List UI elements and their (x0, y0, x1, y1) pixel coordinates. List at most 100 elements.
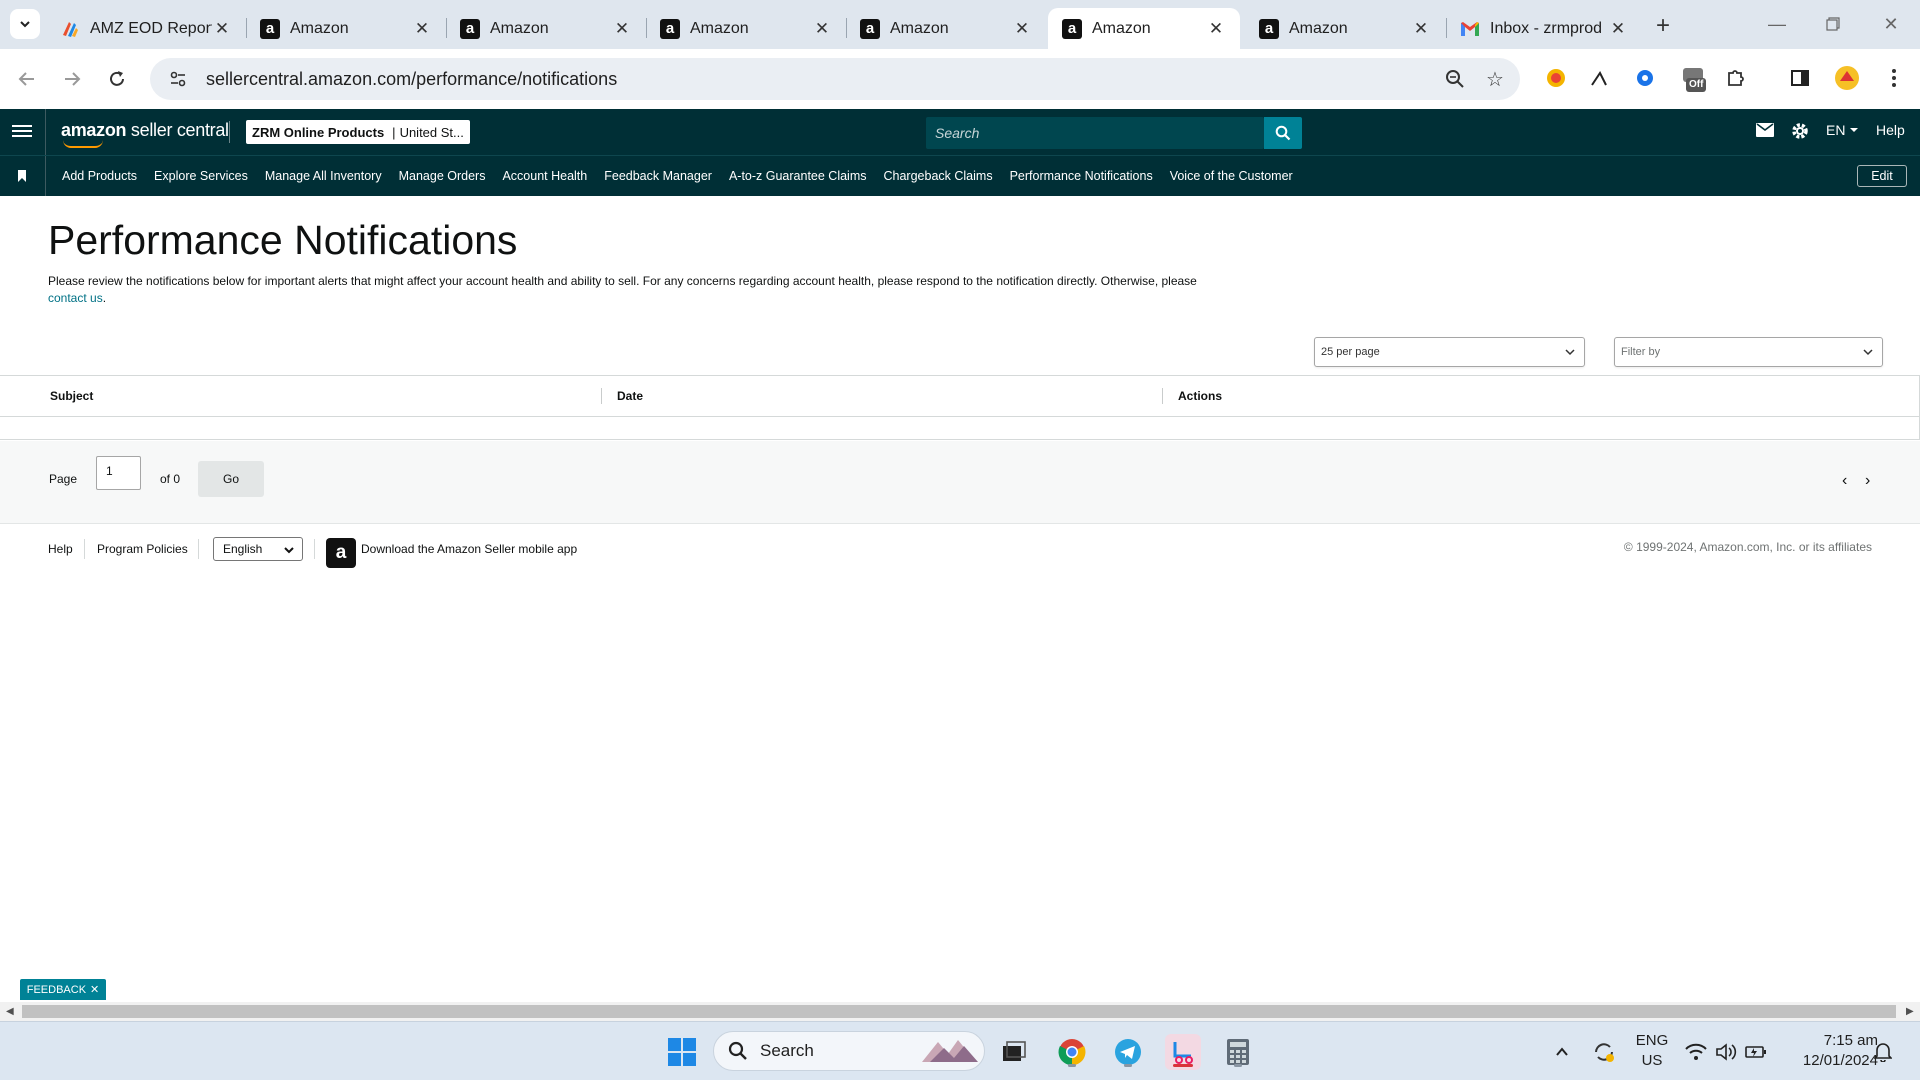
bookmark-icon[interactable] (17, 170, 27, 182)
browser-tab[interactable]: a Amazon ✕ (246, 8, 446, 49)
telegram-taskbar-icon[interactable] (1110, 1034, 1146, 1070)
scroll-left-icon[interactable]: ◀ (6, 1006, 14, 1017)
tab-title: Inbox - zrmprod (1490, 19, 1603, 37)
download-app-link[interactable]: Download the Amazon Seller mobile app (361, 542, 577, 556)
close-icon[interactable]: ✕ (612, 19, 632, 39)
chevron-down-icon (284, 547, 294, 554)
new-tab-plus-icon[interactable]: + (1649, 12, 1677, 40)
browser-tab[interactable]: AMZ EOD Report ✕ (46, 8, 246, 49)
page-number-input[interactable]: 1 (96, 456, 141, 490)
volume-icon[interactable] (1710, 1034, 1742, 1070)
language-selector[interactable]: EN (1826, 122, 1859, 138)
mail-icon[interactable] (1756, 123, 1774, 137)
snipping-tool-taskbar-icon[interactable] (1165, 1034, 1201, 1070)
close-icon[interactable]: ✕ (412, 19, 432, 39)
go-button[interactable]: Go (198, 461, 264, 497)
battery-icon[interactable] (1740, 1034, 1772, 1070)
program-policies-link[interactable]: Program Policies (97, 542, 188, 556)
footer-language-select[interactable]: English (213, 537, 303, 561)
nav-add-products[interactable]: Add Products (62, 169, 137, 183)
nav-feedback-manager[interactable]: Feedback Manager (604, 169, 712, 183)
extension-circle-icon[interactable] (1542, 64, 1570, 92)
input-language-indicator[interactable]: ENG US (1632, 1031, 1672, 1071)
search-input[interactable]: Search (926, 117, 1264, 149)
reload-icon[interactable] (102, 64, 132, 94)
nav-a-to-z-claims[interactable]: A-to-z Guarantee Claims (729, 169, 867, 183)
windows-start-icon[interactable] (664, 1034, 700, 1070)
profile-avatar-icon[interactable] (1833, 64, 1861, 92)
extension-off-icon[interactable]: Off (1680, 66, 1708, 94)
nav-manage-orders[interactable]: Manage Orders (399, 169, 486, 183)
tab-search-button[interactable] (10, 9, 40, 39)
scroll-right-icon[interactable]: ▶ (1906, 1006, 1914, 1017)
nav-chargeback-claims[interactable]: Chargeback Claims (884, 169, 993, 183)
sync-icon[interactable] (1586, 1034, 1622, 1070)
browser-tab-active[interactable]: a Amazon ✕ (1048, 8, 1240, 49)
previous-page-icon[interactable]: ‹ (1842, 472, 1847, 490)
seller-central-nav: Add Products Explore Services Manage All… (0, 155, 1920, 196)
notification-bell-icon[interactable] (1868, 1034, 1898, 1070)
close-icon[interactable]: ✕ (1206, 19, 1226, 39)
close-icon[interactable]: ✕ (1012, 19, 1032, 39)
wifi-icon[interactable] (1680, 1034, 1712, 1070)
footer-help-link[interactable]: Help (48, 542, 73, 556)
nav-manage-all-inventory[interactable]: Manage All Inventory (265, 169, 382, 183)
browser-tab[interactable]: a Amazon ✕ (446, 8, 646, 49)
back-arrow-icon[interactable] (12, 64, 42, 94)
bookmark-star-icon[interactable]: ☆ (1480, 64, 1510, 94)
close-icon[interactable]: ✕ (212, 19, 232, 39)
close-icon[interactable]: ✕ (812, 19, 832, 39)
side-panel-icon[interactable] (1786, 64, 1814, 92)
contact-us-link[interactable]: contact us (48, 291, 103, 305)
browser-menu-icon[interactable] (1880, 64, 1908, 92)
nav-voice-of-customer[interactable]: Voice of the Customer (1170, 169, 1293, 183)
hamburger-menu-icon[interactable] (12, 122, 32, 142)
page-description: Please review the notifications below fo… (48, 274, 1197, 305)
feedback-label: FEEDBACK (26, 983, 87, 996)
column-subject[interactable]: Subject (50, 389, 93, 403)
filter-by-select[interactable]: Filter by (1614, 337, 1883, 367)
nav-account-health[interactable]: Account Health (502, 169, 587, 183)
nav-explore-services[interactable]: Explore Services (154, 169, 248, 183)
feedback-button[interactable]: FEEDBACK ✕ (20, 979, 106, 1000)
horizontal-scrollbar[interactable]: ◀ ▶ (0, 1002, 1920, 1021)
per-page-select[interactable]: 25 per page (1314, 337, 1585, 367)
amazon-seller-app-icon[interactable]: a (326, 538, 356, 568)
nav-performance-notifications[interactable]: Performance Notifications (1010, 169, 1153, 183)
forward-arrow-icon[interactable] (57, 64, 87, 94)
task-view-icon[interactable] (996, 1034, 1032, 1070)
browser-tab[interactable]: a Amazon ✕ (1245, 8, 1445, 49)
close-icon[interactable]: ✕ (1608, 19, 1628, 39)
extension-gear-icon[interactable] (1631, 64, 1659, 92)
close-icon[interactable]: ✕ (90, 983, 99, 996)
taskbar-search[interactable]: Search (713, 1031, 985, 1071)
account-switcher[interactable]: ZRM Online Products | United St... (246, 120, 470, 144)
restore-icon[interactable] (1818, 12, 1848, 36)
search-icon (728, 1041, 747, 1060)
seller-central-logo[interactable]: amazon seller central (61, 120, 229, 148)
extension-pen-icon[interactable] (1585, 64, 1613, 92)
close-icon[interactable]: ✕ (1411, 19, 1431, 39)
edit-nav-button[interactable]: Edit (1857, 165, 1907, 187)
zoom-icon[interactable] (1440, 64, 1470, 94)
clock[interactable]: 7:15 am 12/01/2024 (1782, 1031, 1878, 1071)
browser-tab[interactable]: a Amazon ✕ (646, 8, 846, 49)
scrollbar-thumb[interactable] (22, 1005, 1896, 1018)
site-settings-icon[interactable] (158, 70, 198, 88)
nav-divider (45, 156, 46, 196)
calculator-taskbar-icon[interactable] (1220, 1034, 1256, 1070)
minimize-icon[interactable]: — (1762, 12, 1792, 36)
address-bar[interactable]: sellercentral.amazon.com/performance/not… (150, 58, 1520, 100)
browser-tab[interactable]: a Amazon ✕ (846, 8, 1046, 49)
chevron-up-icon[interactable] (1544, 1034, 1580, 1070)
help-link[interactable]: Help (1876, 122, 1905, 138)
browser-tab[interactable]: Inbox - zrmprod ✕ (1446, 8, 1642, 49)
window-close-icon[interactable]: ✕ (1876, 12, 1906, 36)
column-date[interactable]: Date (617, 389, 643, 403)
search-button[interactable] (1264, 117, 1302, 149)
settings-gear-icon[interactable] (1790, 121, 1810, 141)
next-page-icon[interactable]: › (1865, 472, 1870, 490)
browser-tab-strip: AMZ EOD Report ✕ a Amazon ✕ a Amazon ✕ a… (0, 0, 1920, 49)
extensions-puzzle-icon[interactable] (1722, 64, 1750, 92)
chrome-taskbar-icon[interactable] (1054, 1034, 1090, 1070)
